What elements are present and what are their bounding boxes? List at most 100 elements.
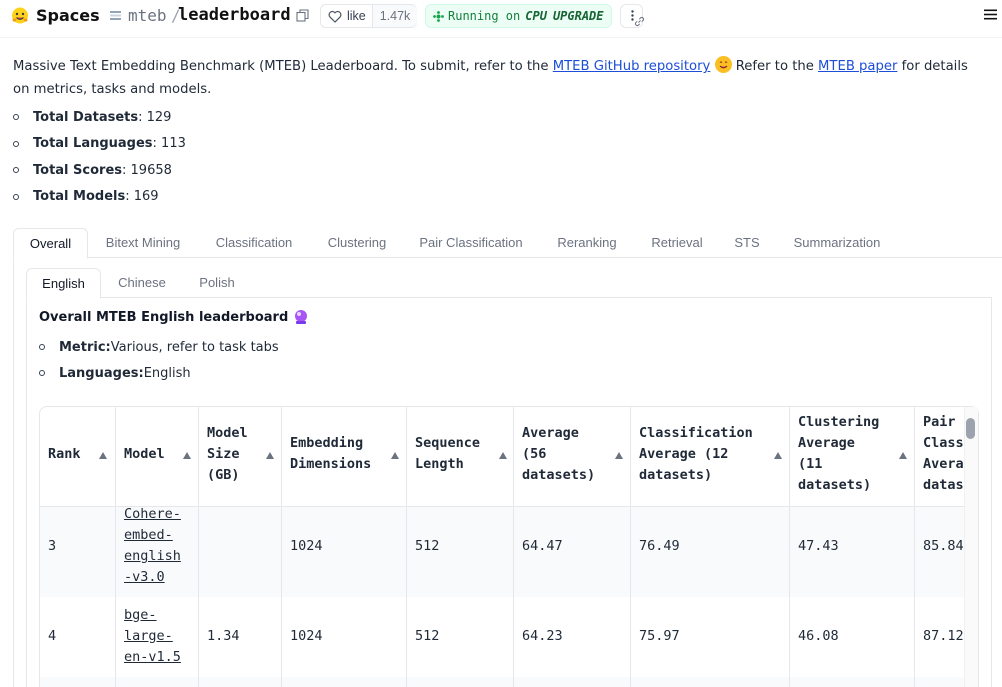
space-status-badge[interactable]: Running on CPU UPGRADE: [425, 4, 612, 28]
column-header-line[interactable]: (GB): [207, 465, 240, 486]
model-name-link[interactable]: en-v1.5: [124, 647, 181, 668]
hugging-face-emoji-icon: [714, 56, 732, 73]
stat-label: Total Scores: [33, 162, 123, 178]
column-header-line[interactable]: datas: [923, 475, 964, 496]
languages-label: Languages:: [59, 365, 144, 381]
table-cell-seq: 512: [415, 628, 440, 644]
repo-name-link[interactable]: leaderboard: [178, 5, 291, 25]
table-cell-pair: 85.84: [923, 538, 964, 554]
copy-icon[interactable]: [296, 9, 309, 22]
sort-ascending-icon[interactable]: [391, 452, 399, 459]
tab-polish[interactable]: Polish: [186, 268, 248, 298]
table-row[interactable]: [40, 677, 964, 687]
column-header-line[interactable]: Classi: [923, 433, 964, 454]
tab-sts[interactable]: STS: [726, 228, 768, 258]
model-name-link[interactable]: -v3.0: [124, 567, 165, 588]
sort-ascending-icon[interactable]: [774, 452, 782, 459]
column-header-line[interactable]: Classification: [639, 423, 753, 444]
model-name-link[interactable]: large-: [124, 626, 173, 647]
tab-classification[interactable]: Classification: [205, 228, 303, 258]
column-header-line[interactable]: (56: [522, 444, 546, 465]
stat-label: Total Languages: [33, 136, 153, 152]
tab-overall[interactable]: Overall: [13, 228, 88, 259]
column-header-line[interactable]: Dimensions: [290, 454, 371, 475]
column-header-line[interactable]: Model: [124, 444, 165, 465]
table-cell-avg: 64.23: [522, 628, 563, 644]
upgrade-link[interactable]: UPGRADE: [553, 9, 604, 23]
model-name-link[interactable]: english: [124, 546, 181, 567]
table-cell-rank: 4: [48, 628, 57, 644]
column-header-line[interactable]: (11: [798, 454, 822, 475]
hamburger-menu-icon[interactable]: [984, 8, 997, 21]
column-header-line[interactable]: Size: [207, 444, 240, 465]
table-cell-avg: 64.47: [522, 538, 563, 554]
running-status-icon: [433, 10, 444, 22]
model-name-link[interactable]: bge-: [124, 605, 157, 626]
table-cell-cls: 76.49: [639, 538, 680, 554]
like-button[interactable]: like 1.47k: [320, 4, 417, 28]
stats-list: Total Datasets: 129 Total Languages: 113…: [13, 104, 186, 210]
intro-text-2: Refer to the: [731, 59, 819, 74]
sort-ascending-icon[interactable]: [99, 452, 107, 459]
column-header-line[interactable]: Model: [207, 423, 248, 444]
languages-row: Languages: English: [39, 360, 279, 386]
leaderboard-title: Overall MTEB English leaderboard: [39, 309, 309, 325]
bullet-icon: [13, 167, 19, 174]
column-header-line[interactable]: Avera: [923, 454, 964, 475]
tab-pair-classification[interactable]: Pair Classification: [410, 228, 532, 258]
link-icon[interactable]: [634, 16, 645, 27]
column-header-line[interactable]: Average: [798, 433, 855, 454]
tab-bitext-mining[interactable]: Bitext Mining: [95, 228, 191, 258]
column-header-line[interactable]: Pair: [923, 412, 964, 433]
language-tab-bar: English Chinese Polish: [26, 268, 992, 299]
tab-summarization[interactable]: Summarization: [781, 228, 893, 258]
status-text: Running on: [448, 9, 521, 23]
spaces-link[interactable]: Spaces: [36, 6, 100, 25]
column-header-line[interactable]: datasets): [522, 465, 595, 486]
huggingface-logo-icon[interactable]: [11, 7, 29, 24]
heart-icon: [328, 10, 342, 23]
column-header-line[interactable]: Average (12: [639, 444, 728, 465]
sort-ascending-icon[interactable]: [499, 452, 507, 459]
column-header-line[interactable]: Rank: [48, 444, 81, 465]
bullet-icon: [13, 140, 19, 147]
sort-ascending-icon[interactable]: [183, 452, 191, 459]
stat-value: : 169: [125, 189, 159, 205]
tab-english[interactable]: English: [26, 268, 101, 299]
column-header-line[interactable]: Embedding: [290, 433, 363, 454]
stat-total-scores: Total Scores: 19658: [13, 157, 186, 184]
column-header-line[interactable]: Clustering: [798, 412, 879, 433]
sort-ascending-icon[interactable]: [266, 452, 274, 459]
stat-total-models: Total Models: 169: [13, 184, 186, 211]
leaderboard-meta: Metric: Various, refer to task tabs Lang…: [39, 334, 279, 386]
table-scrollbar-thumb[interactable]: [966, 418, 975, 439]
table-cell-seq: 512: [415, 538, 440, 554]
table-scrollbar-track[interactable]: [964, 407, 978, 687]
column-divider: [513, 407, 514, 687]
column-header-line[interactable]: Average: [522, 423, 579, 444]
model-name-link[interactable]: Cohere-: [124, 504, 181, 525]
table-cell-size: 1.34: [207, 628, 240, 644]
metric-row: Metric: Various, refer to task tabs: [39, 334, 279, 360]
table-cell-cls: 75.97: [639, 628, 680, 644]
tab-clustering[interactable]: Clustering: [317, 228, 397, 258]
mteb-paper-link[interactable]: MTEB paper: [818, 59, 897, 74]
sort-ascending-icon[interactable]: [899, 452, 907, 459]
model-name-link[interactable]: embed-: [124, 525, 173, 546]
tab-chinese[interactable]: Chinese: [106, 268, 178, 298]
column-header-line[interactable]: datasets): [639, 465, 712, 486]
crystal-ball-icon: [295, 310, 308, 324]
stat-value: : 19658: [122, 162, 172, 178]
column-header-line[interactable]: Sequence: [415, 433, 480, 454]
table-cell-clu: 47.43: [798, 538, 839, 554]
column-header-line[interactable]: datasets): [798, 475, 871, 496]
column-header-line[interactable]: Length: [415, 454, 464, 475]
tab-retrieval[interactable]: Retrieval: [641, 228, 713, 258]
column-divider: [630, 407, 631, 687]
mteb-github-link[interactable]: MTEB GitHub repository: [553, 59, 711, 74]
like-count[interactable]: 1.47k: [372, 5, 417, 27]
sort-ascending-icon[interactable]: [615, 452, 623, 459]
tab-reranking[interactable]: Reranking: [546, 228, 628, 258]
metric-value: Various, refer to task tabs: [110, 339, 279, 355]
org-name-link[interactable]: mteb: [128, 6, 167, 25]
